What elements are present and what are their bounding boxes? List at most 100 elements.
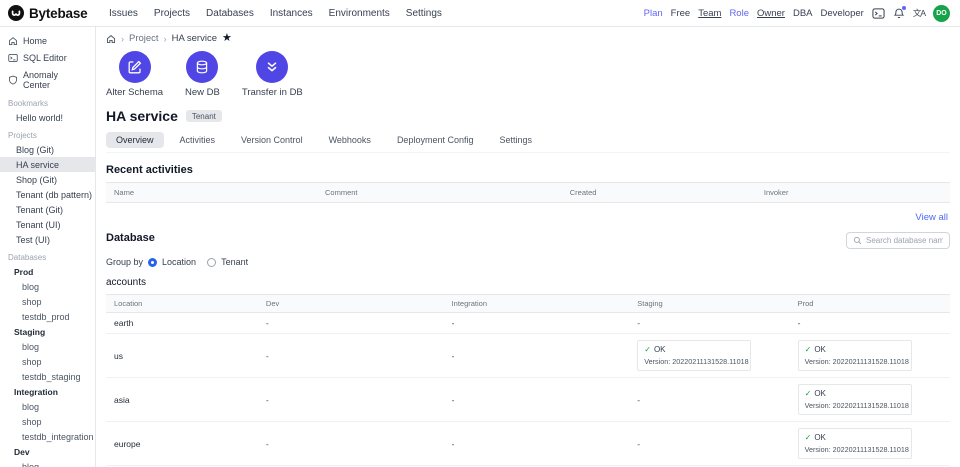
double-chevron-down-icon bbox=[256, 51, 288, 83]
plan-option-free[interactable]: Free bbox=[671, 8, 691, 19]
nav-item-instances[interactable]: Instances bbox=[270, 8, 313, 19]
transfer-in-db-button[interactable]: Transfer in DB bbox=[242, 51, 303, 98]
database-status-card[interactable]: OK Version: 20220211131528.11018 bbox=[798, 340, 912, 371]
radio-location-label[interactable]: Location bbox=[162, 257, 196, 267]
row-location: europe bbox=[106, 434, 258, 454]
column-header-name: Name bbox=[106, 183, 317, 202]
plan-option-team[interactable]: Team bbox=[698, 8, 721, 19]
sidebar-env-prod: Prod bbox=[0, 264, 95, 279]
sidebar-env-integration: Integration bbox=[0, 384, 95, 399]
sidebar-db-integration-blog[interactable]: blog bbox=[0, 399, 95, 414]
sidebar-project-ha-service[interactable]: HA service bbox=[0, 157, 95, 172]
radio-tenant[interactable] bbox=[207, 258, 216, 267]
tab-bar: Overview Activities Version Control Webh… bbox=[106, 132, 950, 153]
sidebar-item-anomaly-center[interactable]: Anomaly Center bbox=[0, 66, 95, 93]
sidebar-env-dev: Dev bbox=[0, 444, 95, 459]
table-row-us: us - - OK Version: 20220211131528.11018 … bbox=[106, 334, 950, 378]
version-label: Version: 20220211131528.11018 bbox=[805, 401, 905, 410]
action-label: New DB bbox=[185, 87, 220, 98]
quick-actions: Alter Schema New DB Transfer in DB bbox=[106, 51, 950, 98]
nav-item-environments[interactable]: Environments bbox=[329, 8, 390, 19]
cell-staging: - bbox=[629, 434, 789, 454]
database-search[interactable] bbox=[846, 232, 950, 249]
search-input[interactable] bbox=[866, 236, 943, 245]
sidebar-bookmark-hello-world[interactable]: Hello world! bbox=[0, 110, 95, 125]
sidebar-db-integration-shop[interactable]: shop bbox=[0, 414, 95, 429]
nav-item-settings[interactable]: Settings bbox=[406, 8, 442, 19]
database-status-card[interactable]: OK Version: 20220211131528.11018 bbox=[798, 428, 912, 459]
status-label: OK bbox=[654, 345, 666, 354]
tab-overview[interactable]: Overview bbox=[106, 132, 164, 148]
sidebar-env-staging: Staging bbox=[0, 324, 95, 339]
avatar[interactable]: DO bbox=[933, 5, 950, 22]
bytebase-logo-icon bbox=[8, 5, 24, 21]
new-db-button[interactable]: New DB bbox=[185, 51, 220, 98]
bytebase-logo[interactable]: Bytebase bbox=[8, 5, 103, 21]
database-status-card[interactable]: OK Version: 20220211131528.11018 bbox=[798, 384, 912, 415]
sidebar-project-blog-git[interactable]: Blog (Git) bbox=[0, 142, 95, 157]
sidebar-db-prod-shop[interactable]: shop bbox=[0, 294, 95, 309]
tab-activities[interactable]: Activities bbox=[170, 132, 226, 148]
version-label: Version: 20220211131528.11018 bbox=[805, 357, 905, 366]
cell-staging: - bbox=[629, 390, 789, 410]
sidebar-project-tenant-git[interactable]: Tenant (Git) bbox=[0, 202, 95, 217]
sidebar-db-prod-testdb[interactable]: testdb_prod bbox=[0, 309, 95, 324]
sidebar-project-tenant-db-pattern[interactable]: Tenant (db pattern) bbox=[0, 187, 95, 202]
row-location: asia bbox=[106, 390, 258, 410]
sidebar-item-home[interactable]: Home bbox=[0, 32, 95, 49]
role-option-dba[interactable]: DBA bbox=[793, 8, 813, 19]
radio-location[interactable] bbox=[148, 258, 157, 267]
radio-tenant-label[interactable]: Tenant bbox=[221, 257, 248, 267]
sidebar-db-prod-blog[interactable]: blog bbox=[0, 279, 95, 294]
tab-settings[interactable]: Settings bbox=[489, 132, 542, 148]
sidebar-db-staging-shop[interactable]: shop bbox=[0, 354, 95, 369]
breadcrumb-project[interactable]: Project bbox=[129, 33, 159, 44]
sidebar-project-test-ui[interactable]: Test (UI) bbox=[0, 232, 95, 247]
database-matrix-table: Location Dev Integration Staging Prod ea… bbox=[106, 294, 950, 467]
cell-prod: OK Version: 20220211131528.11018 bbox=[790, 334, 950, 377]
check-icon bbox=[644, 345, 651, 354]
sidebar-section-databases: Databases bbox=[0, 247, 95, 264]
page-title: HA service bbox=[106, 108, 178, 124]
recent-activities-heading: Recent activities bbox=[106, 164, 950, 176]
sidebar-item-sql-editor[interactable]: SQL Editor bbox=[0, 49, 95, 66]
sidebar-db-staging-testdb[interactable]: testdb_staging bbox=[0, 369, 95, 384]
nav-item-databases[interactable]: Databases bbox=[206, 8, 254, 19]
database-status-card[interactable]: OK Version: 20220211131528.11018 bbox=[637, 340, 751, 371]
sidebar-item-label: SQL Editor bbox=[23, 53, 67, 63]
column-header-location: Location bbox=[106, 295, 258, 312]
nav-item-projects[interactable]: Projects bbox=[154, 8, 190, 19]
sidebar-db-integration-testdb[interactable]: testdb_integration bbox=[0, 429, 95, 444]
star-icon[interactable]: ★ bbox=[222, 33, 232, 44]
view-all-link[interactable]: View all bbox=[915, 212, 948, 223]
sidebar-db-dev-blog[interactable]: blog bbox=[0, 459, 95, 467]
alter-schema-button[interactable]: Alter Schema bbox=[106, 51, 163, 98]
role-label: Role bbox=[729, 8, 749, 19]
home-icon[interactable] bbox=[106, 34, 116, 44]
column-header-staging: Staging bbox=[629, 295, 789, 312]
role-option-owner[interactable]: Owner bbox=[757, 8, 785, 19]
cell-integration: - bbox=[444, 346, 630, 366]
cell-integration: - bbox=[444, 313, 630, 333]
tab-webhooks[interactable]: Webhooks bbox=[319, 132, 381, 148]
sidebar-db-staging-blog[interactable]: blog bbox=[0, 339, 95, 354]
terminal-icon[interactable] bbox=[872, 7, 885, 20]
breadcrumb-ha-service[interactable]: HA service bbox=[172, 33, 217, 44]
database-heading: Database bbox=[106, 232, 155, 244]
top-bar: Bytebase Issues Projects Databases Insta… bbox=[0, 0, 960, 27]
breadcrumb-separator: › bbox=[121, 34, 124, 44]
sidebar-project-shop-git[interactable]: Shop (Git) bbox=[0, 172, 95, 187]
sidebar-section-bookmarks: Bookmarks bbox=[0, 93, 95, 110]
bell-icon[interactable] bbox=[893, 7, 905, 20]
sidebar-item-label: Anomaly Center bbox=[23, 70, 87, 90]
recent-activities-table-header: Name Comment Created Invoker bbox=[106, 182, 950, 203]
tab-deployment-config[interactable]: Deployment Config bbox=[387, 132, 484, 148]
cell-integration: - bbox=[444, 390, 630, 410]
nav-item-issues[interactable]: Issues bbox=[109, 8, 138, 19]
sidebar-project-tenant-ui[interactable]: Tenant (UI) bbox=[0, 217, 95, 232]
role-option-developer[interactable]: Developer bbox=[821, 8, 864, 19]
translate-icon[interactable] bbox=[913, 7, 925, 19]
terminal-icon bbox=[8, 53, 18, 63]
tab-version-control[interactable]: Version Control bbox=[231, 132, 313, 148]
edit-icon bbox=[119, 51, 151, 83]
